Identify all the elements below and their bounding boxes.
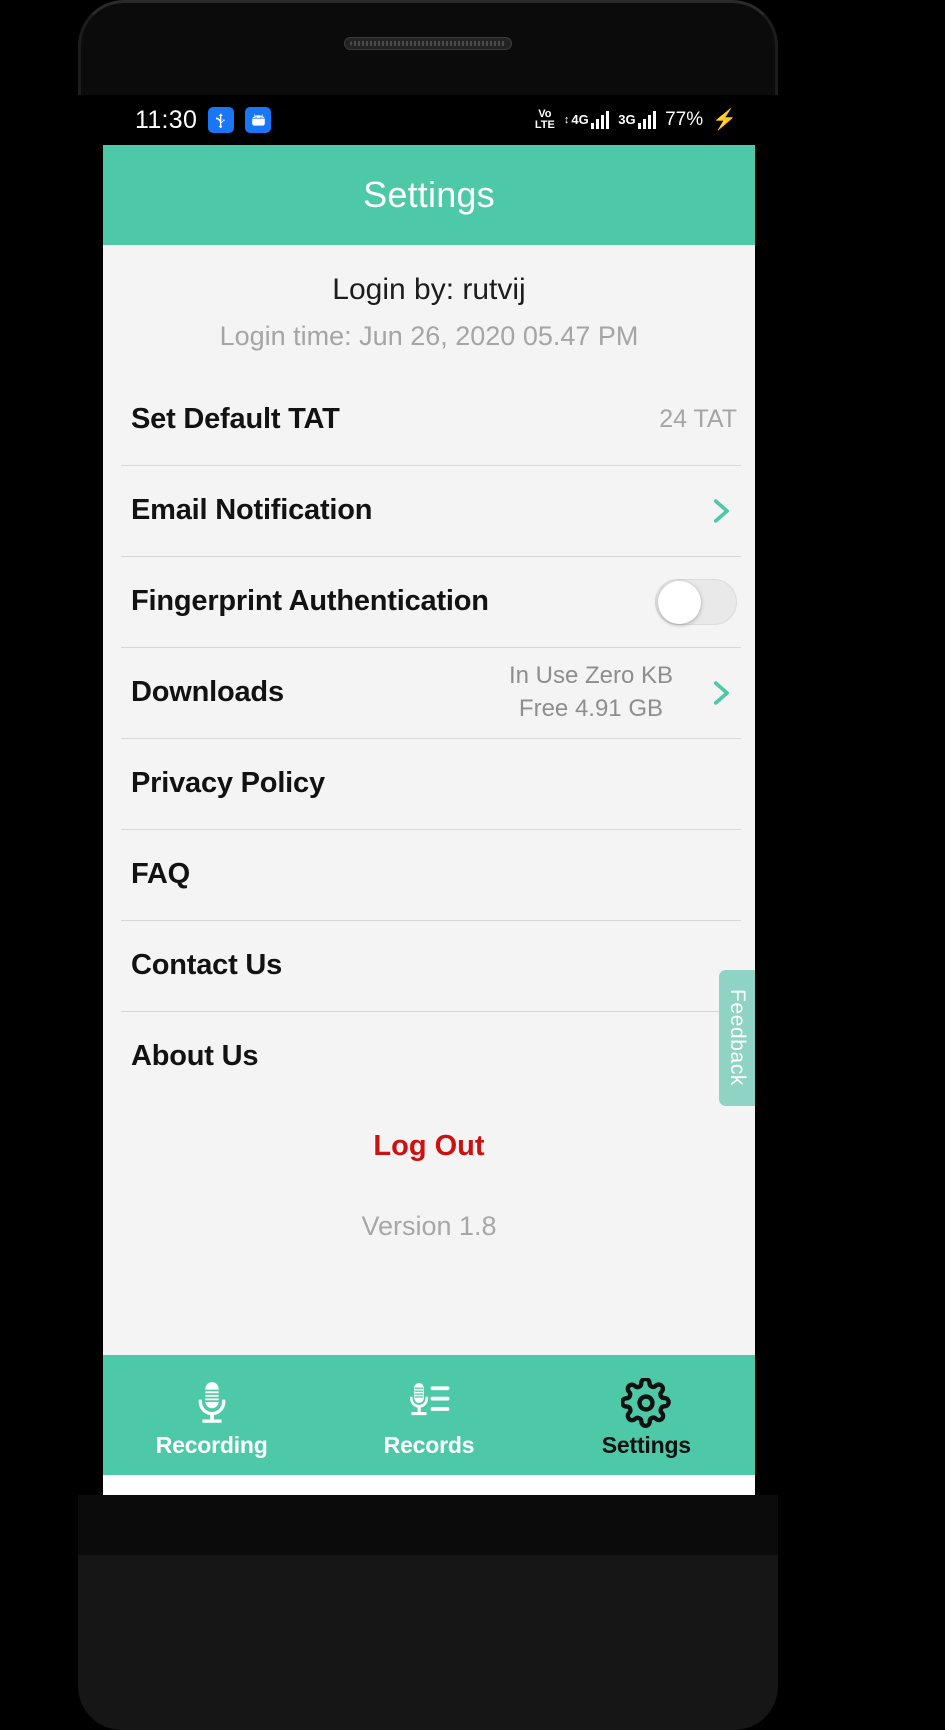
chevron-right-icon [713, 680, 729, 705]
row-label: Privacy Policy [131, 767, 325, 799]
settings-row-about-us[interactable]: About Us [103, 1011, 755, 1102]
device-bezel-top [78, 0, 778, 95]
login-time-text: Login time: Jun 26, 2020 05.47 PM [219, 321, 639, 351]
android-debug-icon [245, 107, 272, 133]
bolt-icon: ⚡ [712, 109, 737, 131]
signal-bars-2 [637, 111, 657, 129]
app-bar: Settings [103, 145, 755, 245]
tab-label: Records [383, 1431, 475, 1458]
settings-row-contact-us[interactable]: Contact Us [103, 920, 755, 1011]
logout-container: Log Out [103, 1102, 755, 1163]
tab-recording[interactable]: Recording [103, 1355, 320, 1475]
row-label: Set Default TAT [131, 403, 340, 435]
signal-bars-1 [590, 111, 610, 129]
tab-label: Settings [601, 1431, 691, 1458]
settings-row-fingerprint-authentication[interactable]: Fingerprint Authentication [103, 556, 755, 647]
row-label: FAQ [131, 858, 191, 890]
row-label: Contact Us [131, 949, 283, 981]
battery-percent: 77% [665, 109, 704, 130]
login-info-block: Login by: rutvij Login time: Jun 26, 202… [103, 245, 755, 374]
phone-device: 11:30 Vo LTE ↕ 4G 3G 77% ⚡ Settings Logi… [0, 0, 945, 1730]
microphone-list-icon [410, 1382, 450, 1415]
settings-row-set-default-tat[interactable]: Set Default TAT 24 TAT [103, 374, 755, 465]
chevron-right-icon [713, 498, 729, 523]
fingerprint-toggle-switch[interactable] [655, 578, 737, 625]
net-label-3g: 3G [618, 112, 636, 127]
feedback-tab-button[interactable]: Feedback [719, 970, 755, 1106]
app-viewport: Settings Login by: rutvij Login time: Ju… [103, 145, 755, 1475]
settings-list: Set Default TAT 24 TAT Email Notificatio… [103, 374, 755, 1102]
usb-icon [208, 107, 235, 133]
feedback-tab-label: Feedback [726, 989, 749, 1087]
settings-row-email-notification[interactable]: Email Notification [103, 465, 755, 556]
settings-row-privacy-policy[interactable]: Privacy Policy [103, 738, 755, 829]
downloads-in-use: In Use Zero KB [508, 662, 673, 690]
version-label: Version 1.8 [361, 1211, 497, 1241]
row-label: About Us [131, 1040, 259, 1072]
toggle-knob [658, 580, 701, 624]
data-transfer-icon: ↕ [563, 114, 570, 126]
signal-4g-indicator: ↕ 4G [563, 111, 610, 129]
device-bezel-bottom-inner [78, 1555, 778, 1730]
status-bar-right: Vo LTE ↕ 4G 3G 77% ⚡ [535, 109, 737, 131]
login-by-text: Login by: rutvij [332, 273, 526, 306]
row-value-tat: 24 TAT [659, 405, 737, 433]
bottom-tab-bar: Recording Records Settings [103, 1355, 755, 1475]
settings-row-faq[interactable]: FAQ [103, 829, 755, 920]
device-bezel-bottom [78, 1495, 778, 1730]
tab-settings[interactable]: Settings [538, 1355, 755, 1475]
status-bar-left: 11:30 [135, 106, 535, 135]
logout-button[interactable]: Log Out [373, 1130, 484, 1163]
tab-label: Recording [155, 1431, 268, 1458]
downloads-storage-info: In Use Zero KB Free 4.91 GB [509, 660, 673, 725]
downloads-free: Free 4.91 GB [518, 694, 663, 722]
net-label-4g: 4G [571, 112, 589, 127]
signal-3g-indicator: 3G [618, 111, 657, 129]
row-label: Email Notification [131, 494, 373, 526]
microphone-icon [198, 1381, 225, 1423]
row-label: Downloads [131, 676, 284, 708]
speaker-grille [350, 41, 506, 46]
volte-line2: LTE [534, 119, 555, 131]
volte-icon: Vo LTE [535, 109, 555, 131]
status-clock: 11:30 [135, 105, 198, 134]
row-label: Fingerprint Authentication [131, 585, 489, 617]
earpiece-speaker [344, 37, 512, 50]
page-title: Settings [363, 174, 495, 215]
settings-row-downloads[interactable]: Downloads In Use Zero KB Free 4.91 GB [103, 647, 755, 738]
gear-icon [621, 1377, 672, 1428]
tab-records[interactable]: Records [320, 1355, 537, 1475]
status-bar: 11:30 Vo LTE ↕ 4G 3G 77% ⚡ [103, 95, 755, 145]
